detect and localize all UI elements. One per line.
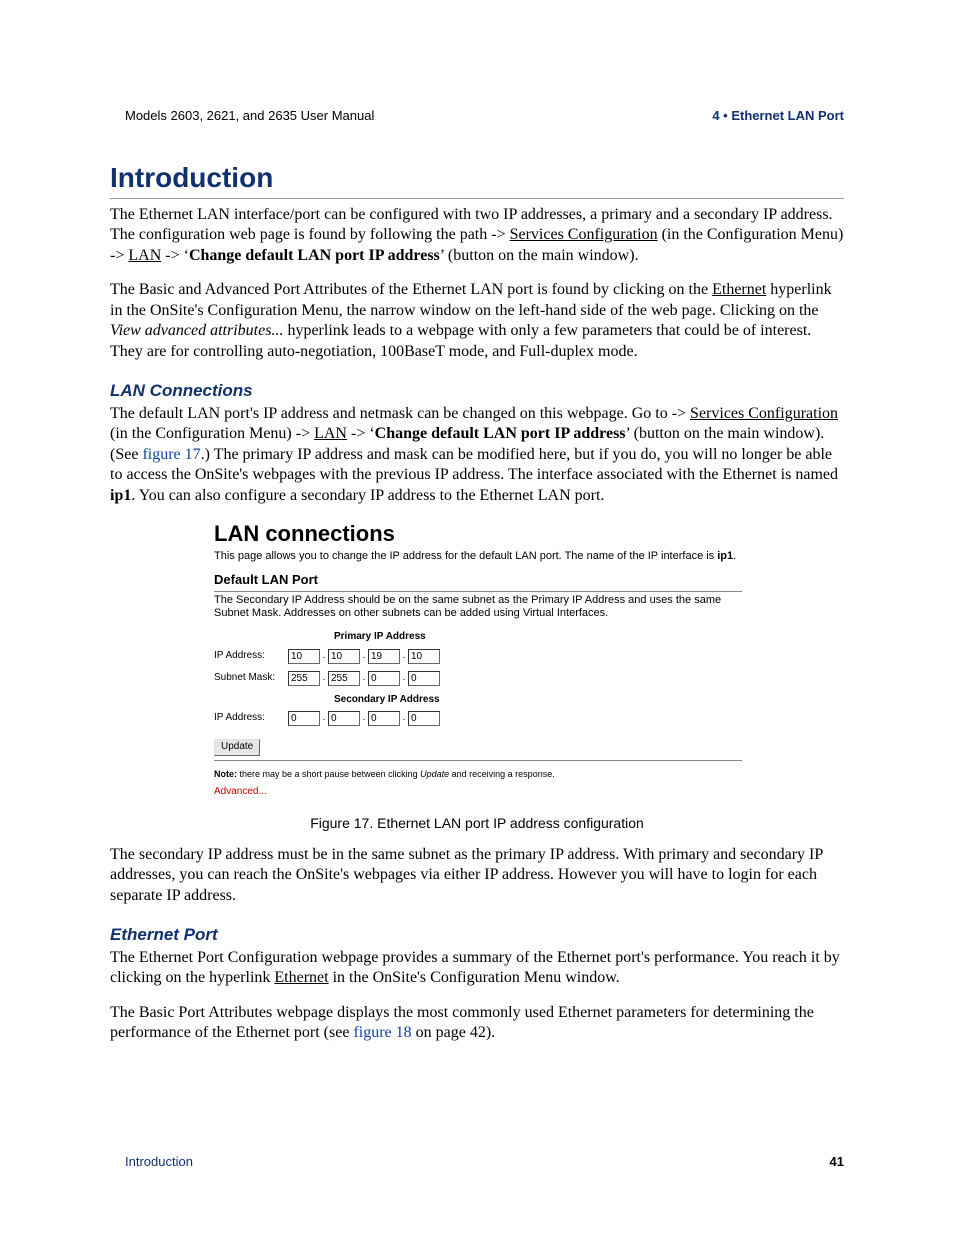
text: and receiving a response. bbox=[449, 769, 555, 779]
bold-text: ip1 bbox=[110, 487, 131, 504]
intro-paragraph-1: The Ethernet LAN interface/port can be c… bbox=[110, 205, 844, 266]
subnet-mask-octet-2[interactable]: 255 bbox=[328, 671, 360, 686]
dot: . bbox=[360, 672, 368, 685]
subnet-mask-octet-1[interactable]: 255 bbox=[288, 671, 320, 686]
figure-17-screenshot: LAN connections This page allows you to … bbox=[214, 520, 742, 799]
figure-note: Note: there may be a short pause between… bbox=[214, 769, 742, 781]
divider bbox=[214, 591, 742, 592]
figure-section-title: Default LAN Port bbox=[214, 572, 742, 589]
secondary-ip-header: Secondary IP Address bbox=[214, 690, 742, 709]
italic-text: Update bbox=[420, 769, 449, 779]
secondary-ip-row: IP Address: 0.0.0.0 bbox=[214, 709, 742, 729]
bold-text: Change default LAN port IP address bbox=[375, 425, 626, 442]
italic-text: View advanced attributes... bbox=[110, 322, 283, 339]
dot: . bbox=[320, 712, 328, 725]
dot: . bbox=[320, 672, 328, 685]
secondary-ip-octet-1[interactable]: 0 bbox=[288, 711, 320, 726]
text: . You can also configure a secondary IP … bbox=[131, 487, 604, 504]
intro-paragraph-2: The Basic and Advanced Port Attributes o… bbox=[110, 280, 844, 362]
text: -> ‘ bbox=[347, 425, 375, 442]
dot: . bbox=[320, 650, 328, 663]
update-button[interactable]: Update bbox=[214, 739, 260, 756]
secondary-ip-octet-4[interactable]: 0 bbox=[408, 711, 440, 726]
figure-reference-17[interactable]: figure 17 bbox=[142, 446, 200, 463]
figure-reference-18[interactable]: figure 18 bbox=[353, 1024, 411, 1041]
primary-ip-row: IP Address: 10.10.19.10 bbox=[214, 646, 742, 666]
subnet-mask-octet-3[interactable]: 0 bbox=[368, 671, 400, 686]
primary-ip-octet-4[interactable]: 10 bbox=[408, 649, 440, 664]
subsection-title-ethernet-port: Ethernet Port bbox=[110, 924, 844, 946]
figure-intro-text: This page allows you to change the IP ad… bbox=[214, 550, 742, 564]
link-lan[interactable]: LAN bbox=[128, 247, 161, 264]
lan-paragraph-1: The default LAN port's IP address and ne… bbox=[110, 404, 844, 506]
header-left: Models 2603, 2621, and 2635 User Manual bbox=[125, 108, 374, 123]
dot: . bbox=[360, 712, 368, 725]
dot: . bbox=[400, 650, 408, 663]
bold-text: Change default LAN port IP address bbox=[189, 247, 440, 264]
ip-configuration-grid: Primary IP Address IP Address: 10.10.19.… bbox=[214, 627, 742, 729]
text: .) The primary IP address and mask can b… bbox=[110, 446, 838, 483]
primary-ip-header: Primary IP Address bbox=[214, 627, 742, 646]
text: on page 42). bbox=[412, 1024, 496, 1041]
ethernet-paragraph-1: The Ethernet Port Configuration webpage … bbox=[110, 948, 844, 989]
figure-section-description: The Secondary IP Address should be on th… bbox=[214, 594, 742, 622]
link-lan[interactable]: LAN bbox=[314, 425, 347, 442]
link-services-configuration[interactable]: Services Configuration bbox=[510, 226, 658, 243]
text: This page allows you to change the IP ad… bbox=[214, 550, 717, 562]
link-services-configuration[interactable]: Services Configuration bbox=[690, 405, 838, 422]
figure-heading: LAN connections bbox=[214, 520, 742, 548]
ethernet-paragraph-2: The Basic Port Attributes webpage displa… bbox=[110, 1003, 844, 1044]
figure-17-caption: Figure 17. Ethernet LAN port IP address … bbox=[110, 815, 844, 833]
page-footer: Introduction 41 bbox=[125, 1154, 844, 1169]
footer-left: Introduction bbox=[125, 1154, 193, 1169]
dot: . bbox=[360, 650, 368, 663]
subnet-mask-row: Subnet Mask: 255.255.0.0 bbox=[214, 668, 742, 688]
dot: . bbox=[400, 672, 408, 685]
text: ’ (button on the main window). bbox=[440, 247, 639, 264]
ip-address-label: IP Address: bbox=[214, 650, 288, 663]
post-figure-paragraph: The secondary IP address must be in the … bbox=[110, 845, 844, 906]
bold-text: ip1 bbox=[717, 550, 733, 562]
link-ethernet[interactable]: Ethernet bbox=[274, 969, 328, 986]
page-header: Models 2603, 2621, and 2635 User Manual … bbox=[125, 108, 844, 123]
dot: . bbox=[400, 712, 408, 725]
primary-ip-octet-3[interactable]: 19 bbox=[368, 649, 400, 664]
footer-page-number: 41 bbox=[830, 1154, 844, 1169]
section-title-introduction: Introduction bbox=[110, 160, 844, 199]
text: there may be a short pause between click… bbox=[237, 769, 420, 779]
text: . bbox=[733, 550, 736, 562]
subsection-title-lan-connections: LAN Connections bbox=[110, 380, 844, 402]
text: -> ‘ bbox=[161, 247, 189, 264]
page-content: Introduction The Ethernet LAN interface/… bbox=[110, 160, 844, 1058]
link-ethernet[interactable]: Ethernet bbox=[712, 281, 766, 298]
text: in the OnSite's Configuration Menu windo… bbox=[329, 969, 620, 986]
text: The Basic and Advanced Port Attributes o… bbox=[110, 281, 712, 298]
ip-address-label: IP Address: bbox=[214, 712, 288, 725]
subnet-mask-octet-4[interactable]: 0 bbox=[408, 671, 440, 686]
secondary-ip-octet-2[interactable]: 0 bbox=[328, 711, 360, 726]
header-right: 4 • Ethernet LAN Port bbox=[712, 108, 844, 123]
divider bbox=[214, 760, 742, 761]
note-label: Note: bbox=[214, 769, 237, 779]
primary-ip-octet-2[interactable]: 10 bbox=[328, 649, 360, 664]
primary-ip-octet-1[interactable]: 10 bbox=[288, 649, 320, 664]
secondary-ip-octet-3[interactable]: 0 bbox=[368, 711, 400, 726]
advanced-link[interactable]: Advanced... bbox=[214, 786, 742, 799]
text: The default LAN port's IP address and ne… bbox=[110, 405, 690, 422]
subnet-mask-label: Subnet Mask: bbox=[214, 672, 288, 685]
text: (in the Configuration Menu) -> bbox=[110, 425, 314, 442]
